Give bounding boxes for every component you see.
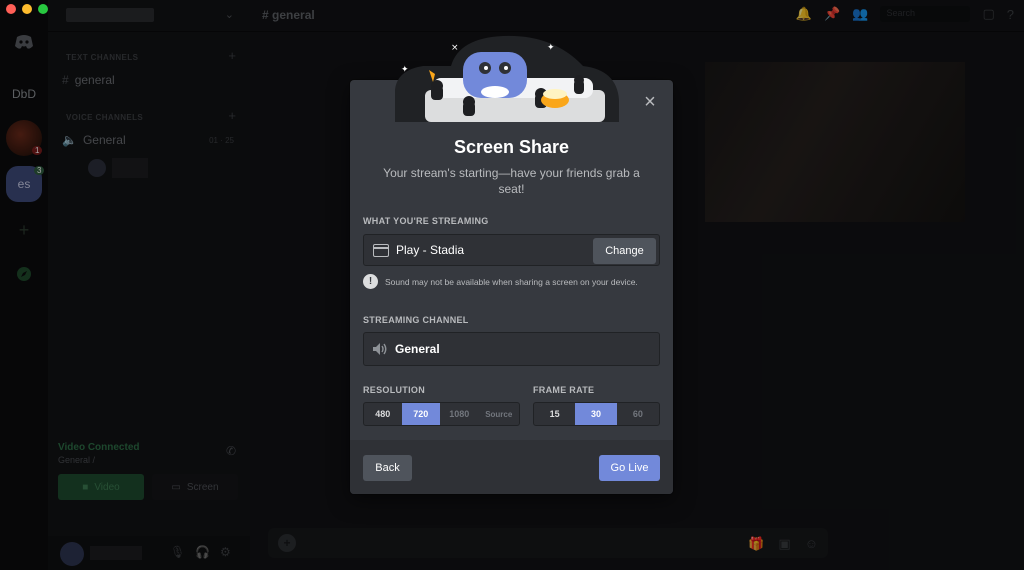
frame-rate-label: FRAME RATE — [533, 385, 595, 395]
go-live-illustration: × ✦ ✦ — [395, 35, 619, 122]
speaker-icon — [373, 343, 387, 355]
window-icon — [373, 244, 389, 257]
frame-rate-option-30[interactable]: 30 — [575, 403, 617, 425]
stream-source-name: Play - Stadia — [396, 243, 465, 257]
window-controls — [6, 4, 48, 14]
back-button[interactable]: Back — [363, 455, 412, 481]
streaming-channel-label: STREAMING CHANNEL — [363, 315, 469, 325]
close-modal-button[interactable]: × — [641, 92, 659, 112]
frame-rate-selector: 15 30 60 — [533, 402, 660, 426]
change-source-button[interactable]: Change — [593, 238, 656, 264]
streaming-channel-field[interactable]: General — [363, 332, 660, 366]
resolution-option-720[interactable]: 720 — [401, 403, 441, 425]
resolution-selector: 480 720 1080 Source — [363, 402, 520, 426]
stream-source-field: Play - Stadia Change — [363, 234, 660, 266]
frame-rate-option-60[interactable]: 60 — [617, 403, 659, 425]
sound-warning: ! Sound may not be available when sharin… — [363, 274, 638, 289]
discord-app: DbD 1 es 3 + ⌄ TEXT CHANNELS + # general… — [0, 0, 1024, 570]
streaming-label: WHAT YOU'RE STREAMING — [363, 216, 489, 226]
resolution-label: RESOLUTION — [363, 385, 426, 395]
close-window-button[interactable] — [6, 4, 16, 14]
go-live-button[interactable]: Go Live — [599, 455, 660, 481]
sound-warning-text: Sound may not be available when sharing … — [385, 276, 638, 287]
warning-icon: ! — [363, 274, 378, 289]
resolution-option-480[interactable]: 480 — [364, 403, 402, 425]
minimize-window-button[interactable] — [22, 4, 32, 14]
streaming-channel-name: General — [395, 342, 440, 356]
svg-text:✦: ✦ — [547, 43, 555, 53]
zoom-window-button[interactable] — [38, 4, 48, 14]
svg-text:×: × — [451, 43, 459, 53]
modal-subtitle: Your stream's starting—have your friends… — [383, 166, 640, 196]
frame-rate-option-15[interactable]: 15 — [534, 403, 575, 425]
modal-title: Screen Share — [453, 137, 570, 157]
resolution-option-1080[interactable]: 1080 — [440, 403, 479, 425]
svg-text:✦: ✦ — [401, 65, 409, 75]
resolution-option-source[interactable]: Source — [479, 403, 519, 425]
